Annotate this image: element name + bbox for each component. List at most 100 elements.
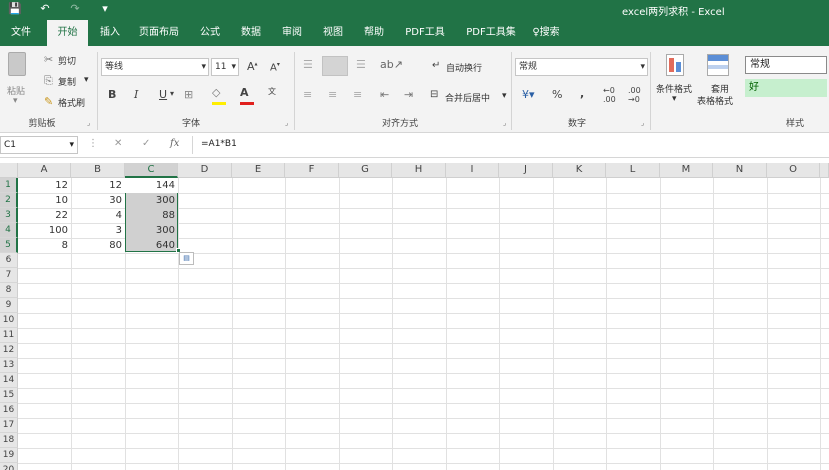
grow-font-button[interactable]: A▴ — [247, 60, 258, 73]
alignment-launcher-icon[interactable]: ⌟ — [503, 119, 506, 127]
save-icon[interactable]: 💾 — [8, 2, 22, 15]
paste-button[interactable]: 粘贴 ▾ — [4, 52, 30, 108]
align-center-icon[interactable]: ≡ — [328, 88, 337, 101]
shrink-font-button[interactable]: A▾ — [270, 61, 280, 73]
align-top-icon[interactable]: ☰ — [303, 58, 313, 71]
italic-button[interactable]: I — [134, 88, 138, 101]
row-header-3[interactable]: 3 — [0, 208, 18, 223]
quick-analysis-icon[interactable]: ▤ — [179, 252, 194, 265]
row-header-13[interactable]: 13 — [0, 358, 18, 373]
row-header-10[interactable]: 10 — [0, 313, 18, 328]
tab-help[interactable]: 帮助 — [357, 20, 391, 46]
cell-a5[interactable]: 8 — [18, 238, 71, 253]
font-family-select[interactable]: 等线 ▾ — [101, 58, 209, 76]
cancel-icon[interactable]: ✕ — [114, 138, 122, 149]
font-color-button[interactable]: A — [240, 86, 254, 105]
column-header-i[interactable]: I — [446, 163, 499, 178]
column-header-e[interactable]: E — [232, 163, 285, 178]
tab-formulas[interactable]: 公式 — [193, 20, 227, 46]
row-header-1[interactable]: 1 — [0, 178, 18, 193]
column-header-c[interactable]: C — [125, 163, 178, 178]
row-header-5[interactable]: 5 — [0, 238, 18, 253]
row-header-9[interactable]: 9 — [0, 298, 18, 313]
cell-c1[interactable]: 144 — [125, 178, 178, 193]
column-header-o[interactable]: O — [767, 163, 820, 178]
row-header-14[interactable]: 14 — [0, 373, 18, 388]
align-right-icon[interactable]: ≡ — [353, 88, 362, 101]
undo-icon[interactable]: ↶ — [38, 2, 52, 15]
tab-view[interactable]: 视图 — [316, 20, 350, 46]
column-header-f[interactable]: F — [285, 163, 339, 178]
chevron-down-icon[interactable]: ▾ — [170, 89, 174, 98]
tab-pdf-toolset[interactable]: PDF工具集 — [460, 20, 522, 46]
cell-c4[interactable]: 300 — [125, 223, 178, 238]
fill-color-button[interactable]: ◇ — [212, 86, 226, 105]
format-as-table-button[interactable]: 套用 表格格式 — [697, 52, 741, 110]
align-middle-button[interactable] — [322, 56, 348, 76]
customize-qat-icon[interactable]: ▾ — [98, 2, 112, 15]
align-left-icon[interactable]: ≡ — [303, 88, 312, 101]
cell-a2[interactable]: 10 — [18, 193, 71, 208]
tab-page-layout[interactable]: 页面布局 — [133, 20, 185, 46]
tab-insert[interactable]: 插入 — [93, 20, 127, 46]
cell-a3[interactable]: 22 — [18, 208, 71, 223]
wrap-text-button[interactable]: ↵ 自动换行 — [432, 60, 504, 74]
clipboard-launcher-icon[interactable]: ⌟ — [87, 119, 90, 127]
insert-function-icon[interactable]: fx — [170, 138, 179, 149]
row-header-19[interactable]: 19 — [0, 448, 18, 463]
row-header-12[interactable]: 12 — [0, 343, 18, 358]
cell-c2[interactable]: 300 — [125, 193, 178, 208]
bold-button[interactable]: B — [108, 88, 116, 101]
font-size-select[interactable]: 11 ▾ — [211, 58, 239, 76]
column-header-m[interactable]: M — [660, 163, 713, 178]
currency-icon[interactable]: ¥▾ — [522, 88, 535, 101]
row-header-16[interactable]: 16 — [0, 403, 18, 418]
tab-data[interactable]: 数据 — [234, 20, 268, 46]
cell-c5[interactable]: 640 — [125, 238, 178, 253]
row-header-15[interactable]: 15 — [0, 388, 18, 403]
column-header-d[interactable]: D — [178, 163, 232, 178]
row-header-20[interactable]: 20 — [0, 463, 18, 470]
cell-c3[interactable]: 88 — [125, 208, 178, 223]
cell-a1[interactable]: 12 — [18, 178, 71, 193]
cut-button[interactable]: ✂ 剪切 — [44, 53, 84, 67]
row-header-17[interactable]: 17 — [0, 418, 18, 433]
tab-pdf-tools[interactable]: PDF工具 — [398, 20, 452, 46]
row-header-4[interactable]: 4 — [0, 223, 18, 238]
enter-icon[interactable]: ✓ — [142, 138, 150, 149]
cell-b2[interactable]: 30 — [71, 193, 125, 208]
cell-b4[interactable]: 3 — [71, 223, 125, 238]
font-launcher-icon[interactable]: ⌟ — [285, 119, 288, 127]
row-header-8[interactable]: 8 — [0, 283, 18, 298]
underline-button[interactable]: U — [159, 88, 167, 101]
column-header-g[interactable]: G — [339, 163, 392, 178]
row-header-2[interactable]: 2 — [0, 193, 18, 208]
formula-input[interactable]: =A1*B1 — [192, 136, 829, 154]
cell-b5[interactable]: 80 — [71, 238, 125, 253]
redo-icon[interactable]: ↷ — [68, 2, 82, 15]
format-painter-button[interactable]: ✎ 格式刷 — [44, 95, 92, 109]
increase-decimal-icon[interactable]: ←0.00 — [603, 86, 616, 104]
cell-b3[interactable]: 4 — [71, 208, 125, 223]
row-header-7[interactable]: 7 — [0, 268, 18, 283]
column-header-l[interactable]: L — [606, 163, 660, 178]
number-launcher-icon[interactable]: ⌟ — [641, 119, 644, 127]
tab-review[interactable]: 审阅 — [275, 20, 309, 46]
percent-button[interactable]: % — [552, 88, 562, 101]
borders-icon[interactable]: ⊞ — [184, 88, 193, 101]
decrease-indent-icon[interactable]: ⇤ — [380, 88, 389, 101]
select-all-button[interactable] — [0, 163, 18, 178]
tab-search[interactable]: ♀搜索 — [526, 20, 566, 46]
orientation-icon[interactable]: ab↗ — [380, 58, 403, 71]
row-header-18[interactable]: 18 — [0, 433, 18, 448]
tab-home[interactable]: 开始 — [47, 20, 88, 46]
column-header-a[interactable]: A — [18, 163, 71, 178]
copy-button[interactable]: ⎘ 复制 ▾ — [44, 74, 92, 88]
cell-a4[interactable]: 100 — [18, 223, 71, 238]
column-header-b[interactable]: B — [71, 163, 125, 178]
cell-style-good[interactable]: 好 — [745, 79, 827, 97]
comma-button[interactable]: , — [580, 87, 584, 100]
column-header-k[interactable]: K — [553, 163, 606, 178]
column-header-j[interactable]: J — [499, 163, 553, 178]
decrease-decimal-icon[interactable]: .00 →0 — [628, 86, 641, 104]
